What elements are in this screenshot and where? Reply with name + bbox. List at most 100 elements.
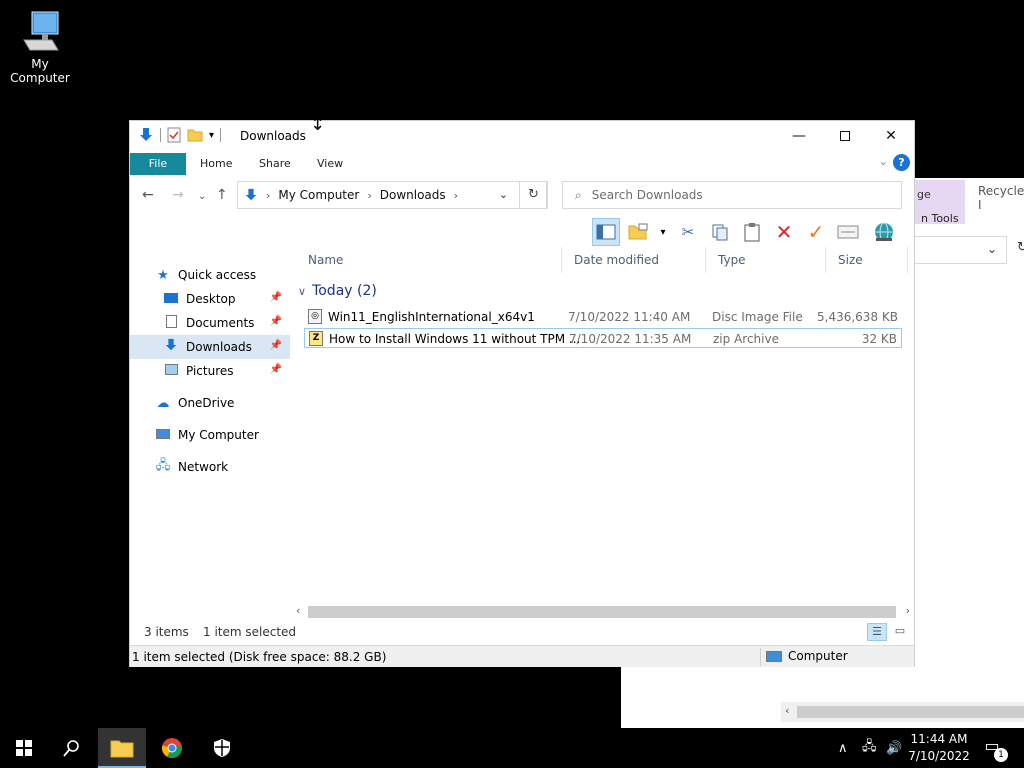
scroll-thumb[interactable] bbox=[308, 606, 896, 618]
back-arrow-icon[interactable]: ← bbox=[142, 187, 154, 203]
scroll-left-icon[interactable]: ‹ bbox=[296, 604, 300, 617]
nav-documents[interactable]: Documents 📌 bbox=[130, 311, 290, 335]
computer-icon bbox=[23, 11, 59, 51]
column-header-date[interactable]: Date modified bbox=[562, 247, 706, 273]
ribbon-tabs: File Home Share View ⌄ ? bbox=[130, 151, 914, 175]
column-header-size[interactable]: Size bbox=[826, 247, 908, 273]
breadcrumb-downloads[interactable]: Downloads bbox=[380, 188, 446, 202]
search-button[interactable] bbox=[48, 728, 96, 768]
help-icon[interactable]: ? bbox=[893, 154, 910, 171]
nav-pictures[interactable]: Pictures 📌 bbox=[130, 359, 290, 383]
bg-refresh-icon[interactable]: ↻ bbox=[1017, 240, 1024, 255]
taskbar-chrome[interactable] bbox=[148, 728, 196, 768]
download-arrow-icon[interactable] bbox=[138, 127, 154, 143]
custom-toolbar: ▾ ✂ ✕ ✓ bbox=[592, 217, 898, 247]
breadcrumb-separator-icon[interactable]: › bbox=[266, 189, 270, 202]
address-bar[interactable]: › My Computer › Downloads › ⌄ bbox=[237, 181, 547, 209]
nav-label: Downloads bbox=[186, 340, 252, 354]
recent-locations-icon[interactable]: ⌄ bbox=[198, 191, 206, 202]
file-size: 5,436,638 KB bbox=[817, 310, 898, 324]
status-text: 1 item selected (Disk free space: 88.2 G… bbox=[132, 650, 387, 664]
tab-file[interactable]: File bbox=[130, 153, 186, 175]
tab-home[interactable]: Home bbox=[190, 153, 242, 175]
pin-icon[interactable]: 📌 bbox=[270, 292, 282, 303]
minimize-button[interactable]: — bbox=[776, 121, 822, 151]
notification-center-button[interactable]: ▭ 1 bbox=[980, 736, 1008, 762]
nav-desktop[interactable]: Desktop 📌 bbox=[130, 287, 290, 311]
ribbon-expand-icon[interactable]: ⌄ bbox=[879, 155, 888, 168]
computer-icon bbox=[154, 428, 172, 443]
qat-dropdown-icon[interactable]: ▾ bbox=[209, 130, 214, 141]
my-computer-desktop-icon[interactable]: My Computer bbox=[0, 8, 80, 85]
collapse-chevron-icon[interactable]: ∨ bbox=[298, 285, 306, 298]
group-header-today[interactable]: ∨ Today (2) bbox=[296, 283, 377, 299]
pin-icon[interactable]: 📌 bbox=[270, 364, 282, 375]
scroll-right-icon[interactable]: › bbox=[906, 604, 910, 617]
taskbar-security[interactable] bbox=[198, 728, 246, 768]
close-button[interactable]: ✕ bbox=[868, 121, 914, 151]
windows-logo-icon bbox=[16, 740, 32, 756]
nav-my-computer[interactable]: My Computer bbox=[130, 423, 290, 447]
bg-chevron-down-icon[interactable]: ⌄ bbox=[987, 242, 997, 256]
nav-downloads[interactable]: Downloads 📌 bbox=[130, 335, 290, 359]
file-type: Disc Image File bbox=[712, 310, 803, 324]
bg-manage-label: ge bbox=[917, 188, 931, 201]
properties-toolbar-icon[interactable] bbox=[834, 218, 862, 246]
item-count: 3 items bbox=[144, 625, 189, 639]
maximize-button[interactable] bbox=[822, 121, 868, 151]
horizontal-scrollbar[interactable]: ‹ › bbox=[292, 603, 914, 621]
preview-pane-button[interactable] bbox=[592, 218, 620, 246]
nav-quick-access[interactable]: ★ Quick access bbox=[130, 263, 290, 287]
details-view-button[interactable]: ☰ bbox=[867, 623, 887, 641]
title-bar[interactable]: ▾ Downloads — ✕ bbox=[130, 121, 914, 151]
desktop-folder-icon bbox=[162, 292, 180, 307]
pin-icon[interactable]: 📌 bbox=[270, 316, 282, 327]
change-view-button[interactable] bbox=[624, 218, 652, 246]
bg-scroll-left-icon[interactable]: ‹ bbox=[785, 704, 789, 717]
qat-separator-2 bbox=[220, 128, 222, 142]
address-dropdown-icon[interactable]: ⌄ bbox=[499, 188, 508, 201]
breadcrumb-separator-icon[interactable]: › bbox=[454, 189, 458, 202]
volume-icon[interactable]: 🔊 bbox=[886, 728, 902, 768]
nav-onedrive[interactable]: ☁ OneDrive bbox=[130, 391, 290, 415]
taskbar-file-explorer[interactable] bbox=[98, 728, 146, 768]
copy-icon[interactable] bbox=[706, 218, 734, 246]
table-row[interactable]: Z How to Install Windows 11 without TPM … bbox=[304, 328, 902, 348]
network-icon: 🖧 bbox=[155, 458, 171, 473]
refresh-button[interactable]: ↻ bbox=[519, 181, 548, 209]
show-hidden-icons-button[interactable]: ∧ bbox=[838, 728, 848, 768]
nav-network[interactable]: 🖧 Network bbox=[130, 455, 290, 479]
window-controls: — ✕ bbox=[776, 121, 914, 151]
search-box[interactable]: ⌕ Search Downloads bbox=[562, 181, 902, 209]
start-button[interactable] bbox=[0, 728, 48, 768]
breadcrumb-my-computer[interactable]: My Computer bbox=[278, 188, 359, 202]
computer-icon bbox=[766, 650, 782, 662]
rename-checkmark-icon[interactable]: ✓ bbox=[802, 218, 830, 246]
bg-scroll-thumb[interactable] bbox=[797, 706, 1024, 718]
breadcrumb-separator-icon[interactable]: › bbox=[367, 189, 371, 202]
forward-arrow-icon[interactable]: → bbox=[172, 187, 184, 203]
view-dropdown-icon[interactable]: ▾ bbox=[656, 218, 670, 246]
cut-icon[interactable]: ✂ bbox=[674, 218, 702, 246]
clock[interactable]: 11:44 AM 7/10/2022 bbox=[904, 731, 974, 765]
globe-shell-icon[interactable] bbox=[870, 218, 898, 246]
tab-view[interactable]: View bbox=[307, 153, 353, 175]
bg-horizontal-scrollbar[interactable]: ‹ bbox=[781, 702, 1024, 722]
column-header-name[interactable]: Name bbox=[296, 247, 562, 273]
table-row[interactable]: ◎ Win11_EnglishInternational_x64v1 7/10/… bbox=[304, 307, 902, 327]
up-arrow-icon[interactable]: ↑ bbox=[216, 187, 228, 203]
delete-icon[interactable]: ✕ bbox=[770, 218, 798, 246]
nav-label: OneDrive bbox=[178, 396, 235, 410]
paste-icon[interactable] bbox=[738, 218, 766, 246]
file-name: Win11_EnglishInternational_x64v1 bbox=[328, 310, 535, 324]
search-placeholder[interactable]: Search Downloads bbox=[592, 188, 703, 202]
network-tray-icon[interactable]: 🖧 bbox=[862, 728, 877, 768]
new-folder-icon[interactable] bbox=[187, 128, 203, 142]
status-location: Computer bbox=[766, 649, 848, 663]
column-header-type[interactable]: Type bbox=[706, 247, 826, 273]
pin-icon[interactable]: 📌 bbox=[270, 340, 282, 351]
large-icons-view-button[interactable]: ▭ bbox=[890, 623, 910, 641]
properties-icon[interactable] bbox=[167, 127, 181, 143]
explorer-window[interactable]: ▾ Downloads — ✕ File Home Share View ⌄ ?… bbox=[129, 120, 915, 667]
tab-share[interactable]: Share bbox=[249, 153, 301, 175]
